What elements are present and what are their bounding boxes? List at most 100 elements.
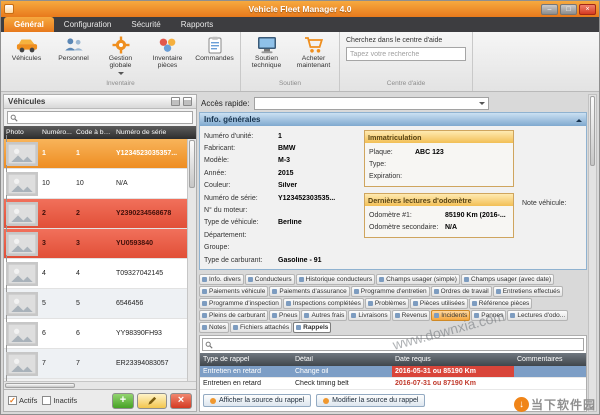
titlebar: Vehicle Fleet Manager 4.0 – □ × [1,1,599,17]
edit-reminder-source-button[interactable]: Modifier la source du rappel [316,394,425,407]
detail-tab[interactable]: Entretiens effectués [493,286,563,297]
horizontal-scrollbar[interactable] [4,381,196,389]
menu-tab[interactable]: Rapports [171,17,223,32]
buy-now-button[interactable]: Acheter maintenant [290,34,337,72]
detail-tab[interactable]: Champs usager (simple) [376,274,460,285]
scrollbar-thumb[interactable] [5,383,75,388]
table-row[interactable]: 7 7 ER23394083057 [4,349,187,379]
add-vehicle-button[interactable]: + [112,393,134,409]
vehicles-button[interactable]: Véhicules [3,34,50,64]
detail-tab[interactable]: Lectures d'odo... [507,310,568,321]
column-header-barcode[interactable]: Code à ba... [74,129,114,136]
menu-tab-label: Configuration [64,20,112,29]
collapse-icon[interactable] [576,116,582,122]
detail-tab-label: Ordres de travail [441,288,489,295]
vertical-scrollbar[interactable] [187,139,196,381]
vehicle-serial-cell: YU0593840 [114,240,187,247]
minimize-button[interactable]: – [541,4,558,15]
ribbon: Véhicules Personnel Gestion globale Inve… [1,32,599,92]
detail-tab-label: Rappels [303,324,328,331]
vehicle-serial-cell: T09327042145 [114,270,187,277]
menu-tab[interactable]: Configuration [54,17,122,32]
column-header-number[interactable]: Numéro... [40,129,74,136]
reminders-panel: Type de rappel Détail Date requis Commen… [199,335,587,412]
tech-support-button[interactable]: Soutien technique [243,34,290,72]
detail-tab[interactable]: Pneus [269,310,300,321]
column-header-reminder-type[interactable]: Type de rappel [200,356,292,363]
field-value: 85190 Km (2016-... [445,212,509,219]
detail-tab[interactable]: Livraisons [348,310,390,321]
detail-tab[interactable]: Historique conducteurs [296,274,375,285]
info-field: Département: [204,229,356,241]
vehicle-actions: + × [112,393,192,409]
detail-tab[interactable]: Info. divers [199,274,244,285]
window-title: Vehicle Fleet Manager 4.0 [1,4,599,14]
reminder-type-cell: Entretien en retard [200,368,292,375]
menu-tab[interactable]: Sécurité [121,17,170,32]
detail-tab[interactable]: Rappels [293,322,331,333]
vehicles-search-input[interactable] [20,112,190,123]
detail-tab[interactable]: Notes [199,322,229,333]
detail-tab[interactable]: Pleins de carburant [199,310,268,321]
reminders-search-input[interactable] [215,339,581,350]
maximize-button[interactable]: □ [560,4,577,15]
detail-tab[interactable]: Autres frais [301,310,347,321]
detail-tab[interactable]: Programme d'entretien [351,286,430,297]
vehicles-table: Photo Numéro... Code à ba... Numéro de s… [4,126,196,389]
filter-actifs-checkbox[interactable]: ✓ Actifs [8,396,37,405]
column-header-detail[interactable]: Détail [292,356,392,363]
detail-tab[interactable]: Programme d'inspection [199,298,282,309]
parts-inventory-button[interactable]: Inventaire pièces [144,34,191,72]
list-view-icon[interactable] [183,97,192,106]
detail-tab[interactable]: Problèmes [365,298,409,309]
info-field: Couleur: Silver [204,180,356,192]
general-info-section: Info. générales Numéro d'unité: 1 Fabric… [199,112,587,270]
info-field: Numéro d'unité: 1 [204,130,356,142]
detail-tab[interactable]: Ordres de travail [431,286,492,297]
help-search-input[interactable] [346,47,466,61]
detail-tab[interactable]: Référence pièces [469,298,533,309]
close-button[interactable]: × [579,4,596,15]
field-value: Y123452303535... [278,195,356,202]
info-field: Odomètre secondaire: N/A [369,221,509,233]
detail-tab[interactable]: Pannes [471,310,506,321]
ribbon-group-inventaire: Véhicules Personnel Gestion globale Inve… [1,32,241,91]
general-info-header[interactable]: Info. générales [200,113,586,126]
edit-vehicle-button[interactable] [137,393,167,409]
orders-button[interactable]: Commandes [191,34,238,64]
column-header-date-required[interactable]: Date requis [392,356,514,363]
ribbon-group-help-center: Cherchez dans le centre d'aide Centre d'… [340,32,473,91]
table-row[interactable]: Entretien en retard Check timing belt 20… [200,378,586,390]
detail-tab[interactable]: Fichiers attachés [230,322,292,333]
registration-header: Immatriculation [365,131,513,143]
detail-tab-label: Champs usager (simple) [386,276,457,283]
global-management-button[interactable]: Gestion globale [97,34,144,80]
detail-tab[interactable]: Paiements d'assurance [269,286,349,297]
show-reminder-source-button[interactable]: Afficher la source du rappel [203,394,311,407]
detail-tab[interactable]: Incidents [431,310,470,321]
personnel-button[interactable]: Personnel [50,34,97,64]
table-row[interactable]: Entretien en retard Change oil 2016-05-3… [200,366,586,378]
detail-tab[interactable]: Champs usager (avec date) [461,274,554,285]
filter-actifs-label: Actifs [19,396,37,405]
detail-tab-label: Incidents [441,312,467,319]
vehicle-barcode-cell: 1 [74,150,114,157]
column-header-serial[interactable]: Numéro de série [114,129,187,136]
menu-tab[interactable]: Général [4,17,54,32]
scrollbar-thumb[interactable] [189,140,195,188]
detail-tab[interactable]: Revenus [392,310,431,321]
vehicle-number-cell: 1 [40,150,74,157]
delete-vehicle-button[interactable]: × [170,393,192,409]
filter-inactifs-checkbox[interactable]: Inactifs [42,396,77,405]
detail-tab[interactable]: Paiements véhicule [199,286,268,297]
quick-access-select[interactable] [254,97,489,110]
detail-tab[interactable]: Pièces utilisées [410,298,468,309]
grid-view-icon[interactable] [171,97,180,106]
detail-tab-label: Problèmes [375,300,406,307]
detail-tab[interactable]: Inspections complétées [283,298,364,309]
detail-tab[interactable]: Conducteurs [245,274,295,285]
scrollbar-thumb[interactable] [590,96,595,166]
column-header-comments[interactable]: Commentaires [514,356,586,363]
vertical-scrollbar[interactable] [588,94,597,412]
vehicle-barcode-cell: 2 [74,210,114,217]
